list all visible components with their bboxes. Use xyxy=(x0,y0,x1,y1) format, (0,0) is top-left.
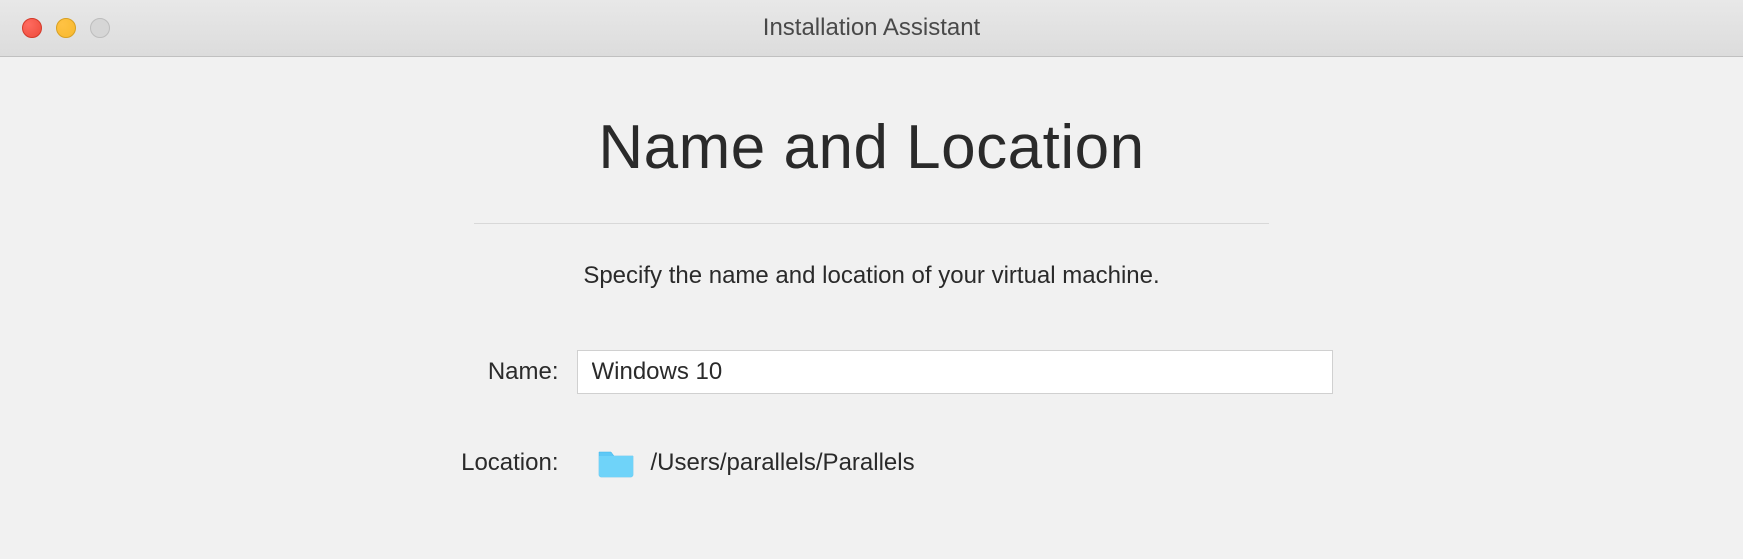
page-heading: Name and Location xyxy=(598,112,1144,183)
minimize-button[interactable] xyxy=(56,18,76,38)
window-titlebar: Installation Assistant xyxy=(0,0,1743,57)
folder-icon[interactable] xyxy=(597,448,635,478)
window-title: Installation Assistant xyxy=(763,14,980,42)
location-path: /Users/parallels/Parallels xyxy=(651,449,915,477)
page-subtitle: Specify the name and location of your vi… xyxy=(583,262,1159,290)
name-row: Name: xyxy=(447,350,1447,394)
divider xyxy=(474,223,1269,224)
traffic-lights xyxy=(0,18,110,38)
zoom-button xyxy=(90,18,110,38)
location-label: Location: xyxy=(447,449,577,477)
content-area: Name and Location Specify the name and l… xyxy=(0,57,1743,478)
name-input[interactable] xyxy=(577,350,1333,394)
location-row: Location: /Users/parallels/Parallels xyxy=(447,448,1447,478)
close-button[interactable] xyxy=(22,18,42,38)
form-area: Name: Location: /Users/parallels/Paralle… xyxy=(447,350,1447,478)
name-label: Name: xyxy=(447,358,577,386)
